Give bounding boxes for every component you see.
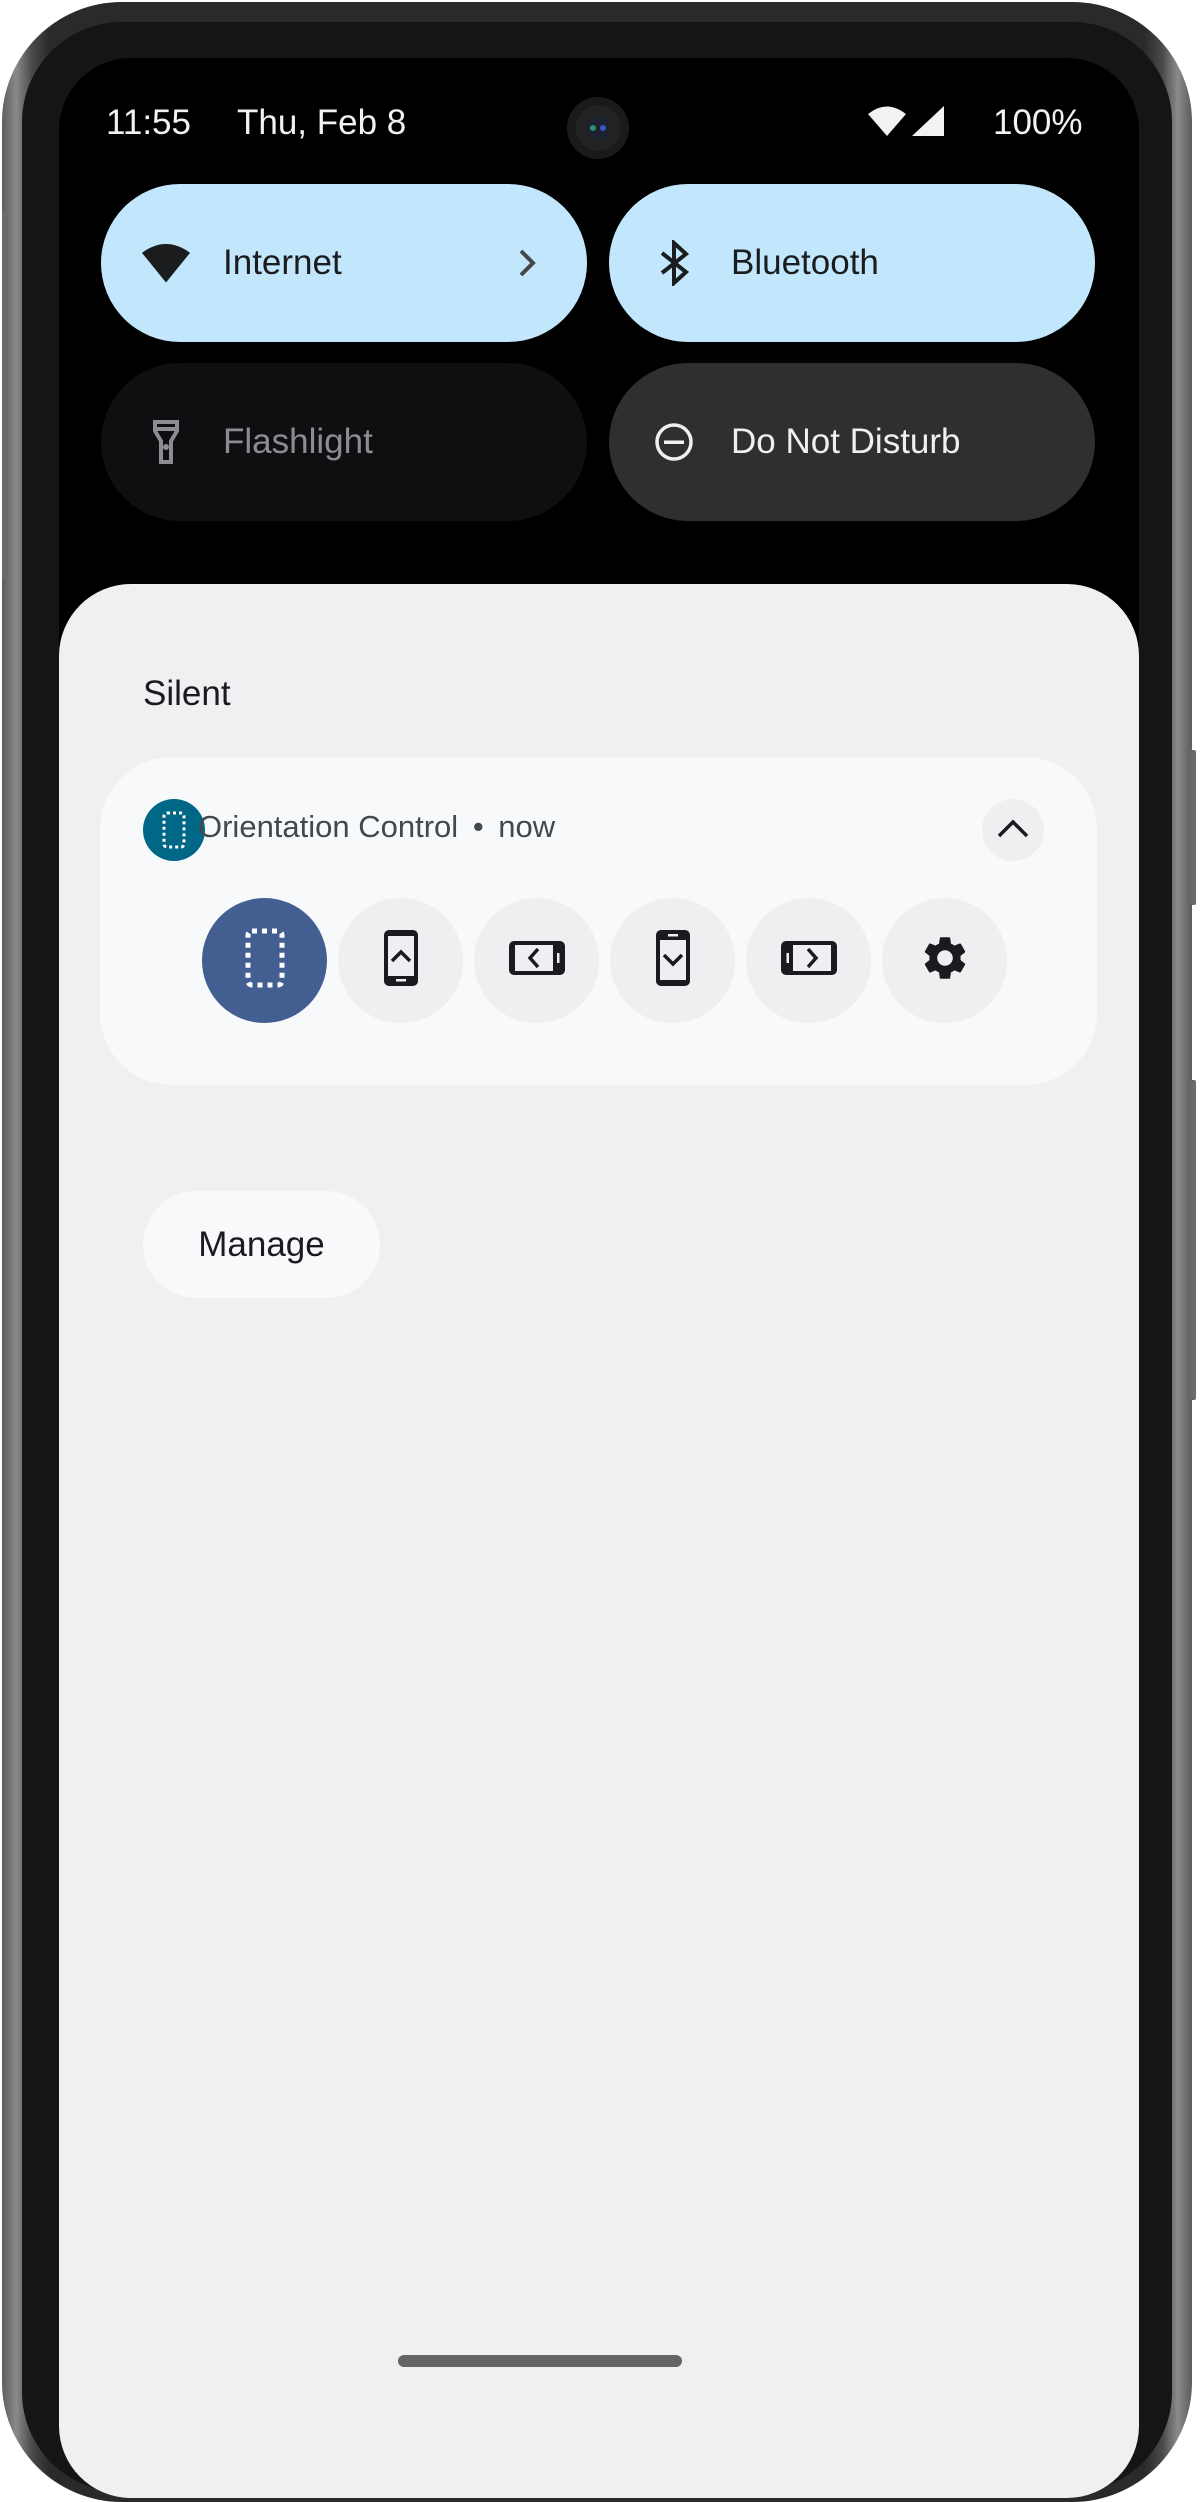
tile-internet[interactable]: Internet — [101, 184, 587, 342]
reverse-portrait-button[interactable] — [610, 898, 735, 1023]
auto-rotate-button[interactable] — [202, 898, 327, 1023]
section-title-silent: Silent — [143, 674, 231, 713]
app-icon — [143, 799, 205, 861]
settings-button[interactable] — [882, 898, 1007, 1023]
reverse-landscape-button[interactable] — [746, 898, 871, 1023]
cellular-signal-icon — [911, 105, 945, 137]
reverse-portrait-icon — [653, 928, 693, 993]
tile-bluetooth[interactable]: Bluetooth — [609, 184, 1095, 342]
tile-label: Bluetooth — [731, 243, 879, 282]
wifi-icon — [141, 238, 191, 288]
power-button — [1190, 750, 1196, 905]
notification-header: Orientation Control • now — [198, 809, 555, 845]
notification-card[interactable]: Orientation Control • now — [100, 757, 1097, 1085]
wifi-icon — [867, 105, 907, 137]
do-not-disturb-icon — [649, 417, 699, 467]
chevron-right-icon — [507, 243, 547, 283]
portrait-icon — [381, 928, 421, 993]
app-name: Orientation Control — [198, 809, 459, 844]
landscape-icon — [507, 938, 567, 983]
tile-flashlight[interactable]: Flashlight — [101, 363, 587, 521]
volume-button — [1190, 1080, 1196, 1400]
chevron-up-icon — [996, 817, 1030, 844]
navigation-handle[interactable] — [398, 2355, 682, 2367]
tile-label: Flashlight — [223, 422, 373, 461]
flashlight-icon — [141, 417, 191, 467]
landscape-button[interactable] — [474, 898, 599, 1023]
status-time: 11:55 — [106, 103, 191, 142]
portrait-button[interactable] — [338, 898, 463, 1023]
notification-shade: Silent Orientation Control • now Manage — [59, 584, 1139, 2498]
action-row — [202, 898, 1007, 1023]
gear-icon — [919, 932, 971, 989]
status-date: Thu, Feb 8 — [237, 103, 407, 142]
tile-label: Internet — [223, 243, 342, 282]
tile-do-not-disturb[interactable]: Do Not Disturb — [609, 363, 1095, 521]
auto-rotate-icon — [244, 927, 286, 994]
notification-time: now — [498, 809, 556, 844]
front-camera — [567, 97, 629, 159]
reverse-landscape-icon — [779, 938, 839, 983]
side-button-left — [2, 210, 8, 580]
separator: • — [472, 809, 484, 844]
bluetooth-icon — [649, 238, 699, 288]
screen: 11:55 Thu, Feb 8 100% Internet Bluetooth… — [59, 58, 1139, 2498]
collapse-button[interactable] — [982, 799, 1044, 861]
tile-label: Do Not Disturb — [731, 422, 961, 461]
manage-button[interactable]: Manage — [143, 1191, 380, 1298]
battery-percent: 100% — [993, 103, 1083, 142]
